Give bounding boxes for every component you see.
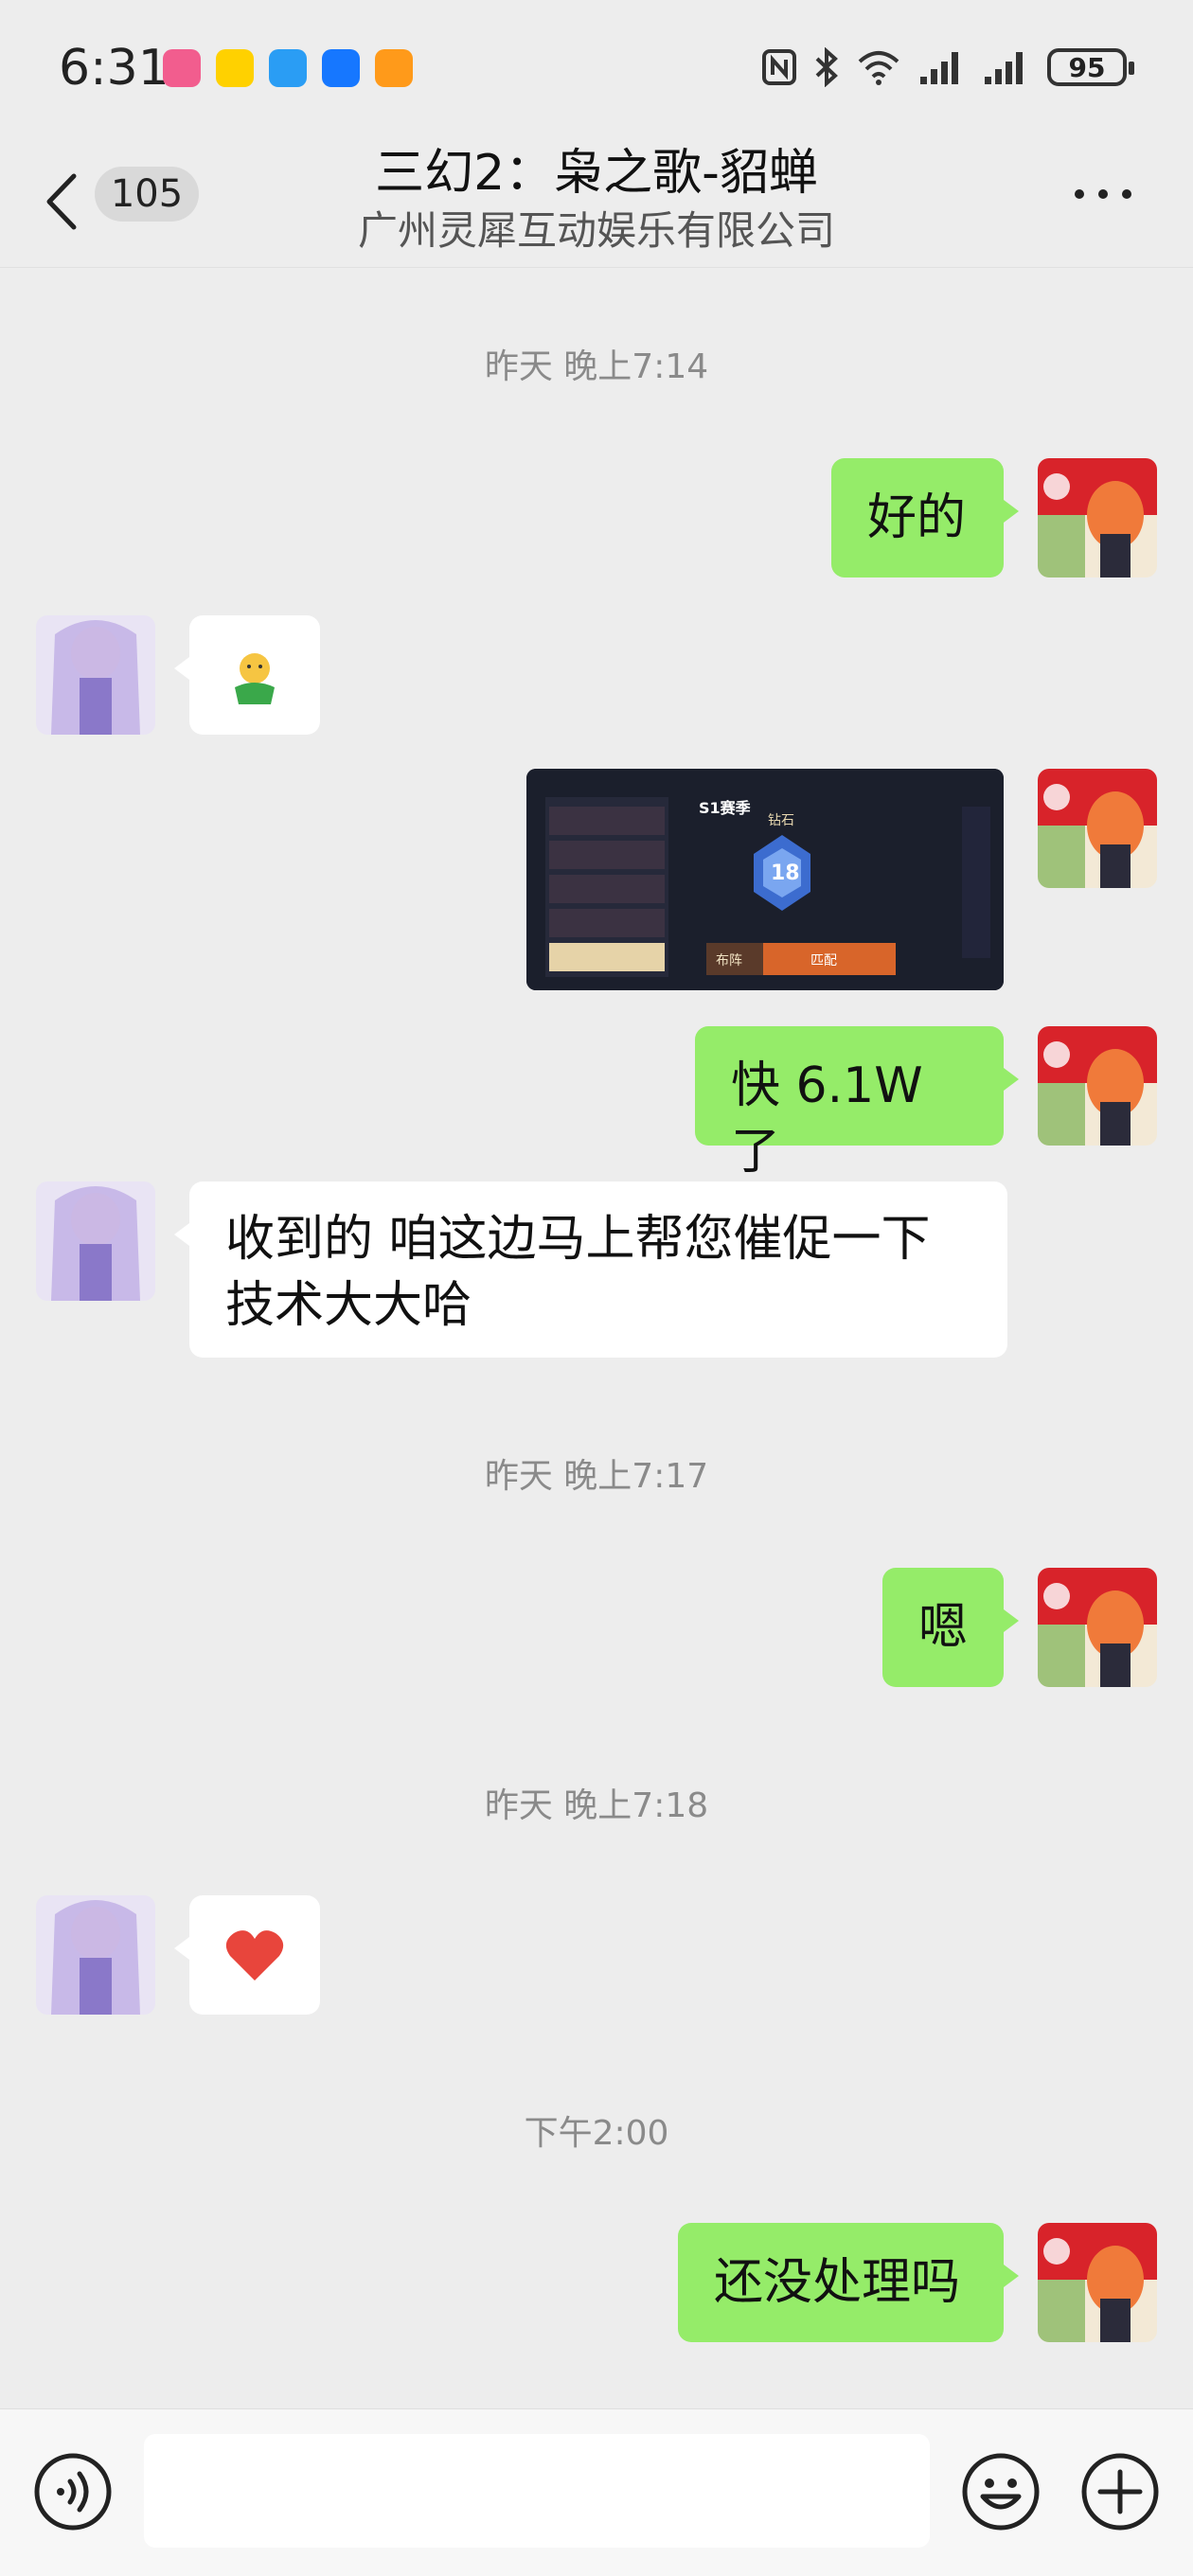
nfc-icon [762,49,796,85]
my-avatar[interactable] [1038,458,1157,577]
timestamp: 下午2:00 [524,2114,669,2153]
message-text-line: 技术大大哈 [225,1277,472,1334]
battery-level: 95 [1068,51,1106,83]
header-divider [0,267,1193,268]
messages-app-icon [269,49,307,87]
message-text: 嗯 [918,1599,969,1656]
pay-app-icon [322,49,360,87]
my-avatar[interactable] [1038,2223,1157,2342]
message-bubble-outgoing[interactable]: 嗯 [882,1568,1019,1687]
message-bubble-incoming[interactable]: 收到的 咱这边马上帮您催促一下 技术大大哈 [174,1181,1007,1358]
contact-avatar[interactable] [36,615,155,735]
status-time: 6:31 [59,40,169,97]
message-bubble-outgoing[interactable]: 还没处理吗 [678,2223,1019,2342]
image-rank: 钻石 [768,813,794,828]
message-bubble-incoming[interactable] [174,1895,320,2015]
battery-icon: 95 [1047,48,1134,86]
image-button-match: 匹配 [810,953,837,968]
signal-icon-2 [985,52,1023,84]
meituan-app-icon [216,49,254,87]
timestamp: 昨天 晚上7:17 [484,1457,709,1496]
message-text: 快 6.1W 了 [731,1057,923,1181]
timestamp: 昨天 晚上7:14 [484,347,709,386]
input-bar [0,2408,1193,2576]
my-avatar[interactable] [1038,769,1157,888]
taobao-app-icon [375,49,413,87]
image-message[interactable]: S1赛季 钻石 18 布阵 匹配 [526,769,1004,990]
signal-icon [920,52,958,84]
message-bubble-incoming[interactable] [174,615,320,735]
image-button-lineup: 布阵 [716,953,742,968]
chat-title: 三幻2：枭之歌-貂蝉 [375,145,818,202]
status-bar: 6:31 95 [0,0,1193,133]
message-text: 好的 [867,489,967,546]
image-caption: S1赛季 [699,799,751,817]
bilibili-app-icon [163,49,201,87]
more-options-icon[interactable] [1070,180,1136,208]
plus-icon[interactable] [1079,2451,1161,2532]
my-avatar[interactable] [1038,1026,1157,1146]
contact-avatar[interactable] [36,1181,155,1301]
wifi-icon [858,51,899,85]
message-bubble-outgoing[interactable]: 好的 [831,458,1019,577]
status-icons: 95 [761,44,1134,91]
message-text-line: 收到的 咱这边马上帮您催促一下 [225,1211,931,1268]
heart-emoji [225,1930,284,1981]
message-text: 还没处理吗 [714,2254,961,2311]
bluetooth-icon [815,47,838,87]
contact-avatar[interactable] [36,1895,155,2015]
smiley-icon[interactable] [960,2451,1042,2532]
message-bubble-outgoing[interactable]: 快 6.1W 了 [695,1026,1019,1181]
voice-icon[interactable] [32,2451,114,2532]
timestamp: 昨天 晚上7:18 [484,1786,709,1825]
chat-subtitle: 广州灵犀互动娱乐有限公司 [357,207,835,254]
image-level: 18 [771,862,800,885]
person-shrug-emoji [235,653,275,704]
message-input[interactable] [144,2434,930,2548]
my-avatar[interactable] [1038,1568,1157,1687]
